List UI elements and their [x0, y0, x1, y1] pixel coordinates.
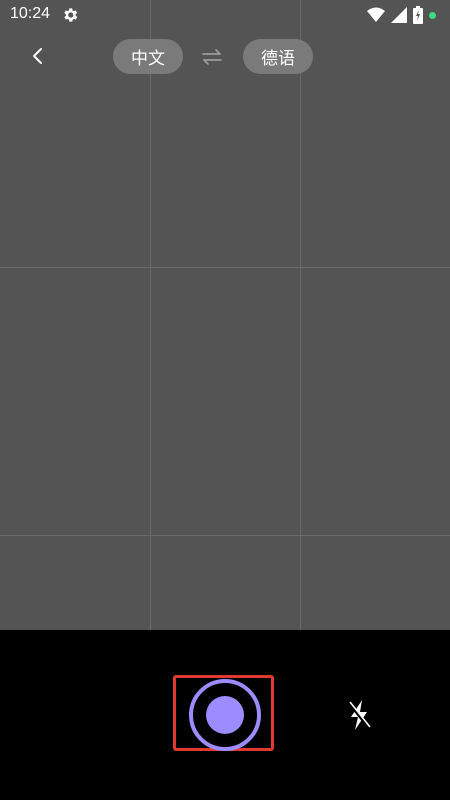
- swap-icon[interactable]: [200, 46, 224, 68]
- source-language-button[interactable]: 中文: [113, 39, 183, 74]
- settings-icon: [64, 8, 78, 22]
- status-time: 10:24: [10, 5, 51, 22]
- camera-viewfinder: [0, 0, 450, 630]
- signal-icon: [391, 7, 407, 23]
- battery-icon: [413, 6, 423, 24]
- chevron-left-icon[interactable]: [26, 44, 50, 68]
- target-language-label: 德语: [261, 49, 295, 69]
- grid-line-horizontal: [0, 267, 450, 268]
- wifi-icon: [367, 7, 385, 22]
- grid-line-horizontal: [0, 535, 450, 536]
- notification-dot: [429, 11, 436, 19]
- target-language-button[interactable]: 德语: [243, 39, 313, 74]
- shutter-icon: [206, 696, 244, 734]
- flash-off-icon[interactable]: [344, 698, 374, 732]
- status-bar: 10:24: [0, 0, 450, 30]
- source-language-label: 中文: [131, 49, 165, 69]
- shutter-button[interactable]: [187, 677, 263, 753]
